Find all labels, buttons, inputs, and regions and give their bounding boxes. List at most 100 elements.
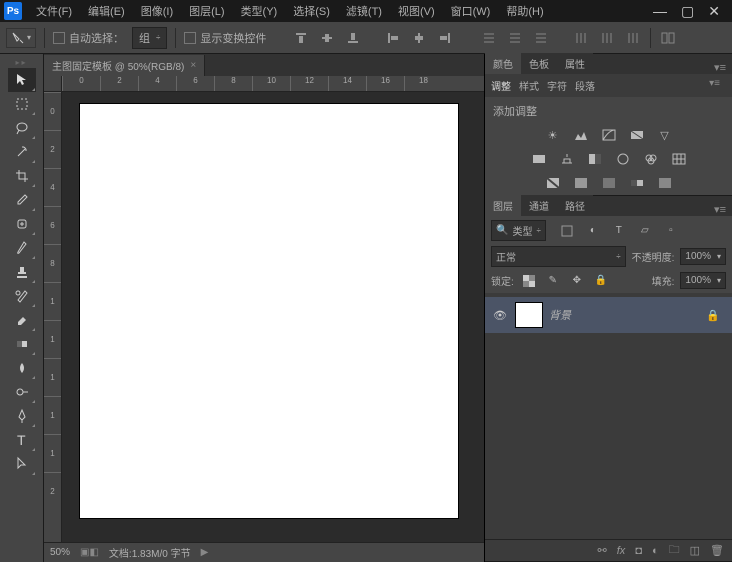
gradient-map-icon[interactable] [628,175,646,191]
posterize-icon[interactable] [572,175,590,191]
lock-position-icon[interactable]: ✥ [568,273,586,289]
curves-icon[interactable] [600,127,618,143]
ruler-origin[interactable] [44,76,62,92]
wand-tool[interactable] [8,140,36,164]
filter-smart-icon[interactable]: ▫ [662,223,680,239]
menu-select[interactable]: 选择(S) [287,1,336,21]
status-menu-arrow[interactable]: ▶ [201,547,209,558]
menu-layer[interactable]: 图层(L) [183,1,230,21]
filter-adjust-icon[interactable]: ◐ [584,223,602,239]
exposure-icon[interactable] [628,127,646,143]
threshold-icon[interactable] [600,175,618,191]
lock-transparency-icon[interactable] [520,273,538,289]
tab-channels[interactable]: 通道 [521,195,557,216]
transform-controls-checkbox[interactable]: 显示变换控件 [184,30,266,46]
pen-tool[interactable] [8,404,36,428]
opacity-input[interactable]: 100%▾ [680,248,726,265]
color-lookup-icon[interactable] [670,151,688,167]
maximize-button[interactable]: ▢ [681,3,694,20]
menu-file[interactable]: 文件(F) [30,1,78,21]
tab-styles[interactable]: 样式 [519,78,539,93]
healing-brush-tool[interactable] [8,212,36,236]
invert-icon[interactable] [544,175,562,191]
tab-character[interactable]: 字符 [547,78,567,93]
tab-swatches[interactable]: 色板 [521,53,557,74]
tab-adjustments[interactable]: 调整 [491,78,511,93]
tool-preset-picker[interactable]: ▾ [6,28,36,48]
align-left-icon[interactable] [384,30,402,46]
distribute-hcenter-icon[interactable] [598,30,616,46]
minimize-button[interactable]: — [653,3,667,20]
brush-tool[interactable] [8,236,36,260]
filter-pixel-icon[interactable] [558,223,576,239]
visibility-toggle-icon[interactable]: 👁 [491,309,509,322]
type-tool[interactable]: T [8,428,36,452]
distribute-left-icon[interactable] [572,30,590,46]
close-button[interactable]: ✕ [708,3,720,20]
ruler-vertical[interactable]: 02468111112 [44,92,62,542]
filter-shape-icon[interactable]: ▱ [636,223,654,239]
menu-filter[interactable]: 滤镜(T) [340,1,388,21]
marquee-tool[interactable] [8,92,36,116]
bw-icon[interactable] [586,151,604,167]
brightness-icon[interactable]: ☀ [544,127,562,143]
menu-window[interactable]: 窗口(W) [445,1,497,21]
menu-edit[interactable]: 编辑(E) [82,1,131,21]
crop-tool[interactable] [8,164,36,188]
vibrance-icon[interactable]: ▽ [656,127,674,143]
document-tab[interactable]: 主图固定模板 @ 50%(RGB/8) × [44,55,205,76]
selective-color-icon[interactable] [656,175,674,191]
align-right-icon[interactable] [436,30,454,46]
panel-menu-icon[interactable]: ▾≡ [703,78,726,93]
layer-style-icon[interactable]: fx [617,545,626,557]
tab-paths[interactable]: 路径 [557,195,593,216]
distribute-bottom-icon[interactable] [532,30,550,46]
menu-image[interactable]: 图像(I) [135,1,179,21]
auto-select-checkbox[interactable]: 自动选择： [53,30,124,46]
eraser-tool[interactable] [8,308,36,332]
distribute-right-icon[interactable] [624,30,642,46]
auto-select-type-dropdown[interactable]: 组÷ [132,27,167,49]
status-doc-size[interactable]: 文档:1.83M/0 字节 [109,545,191,560]
move-tool[interactable] [8,68,36,92]
canvas[interactable] [80,104,458,518]
layer-filter-dropdown[interactable]: 🔍 类型 ÷ [491,220,546,241]
align-vcenter-icon[interactable] [318,30,336,46]
new-group-icon[interactable]: 🗀 [669,541,680,560]
filter-type-icon[interactable]: T [610,223,628,239]
tab-paragraph[interactable]: 段落 [575,78,595,93]
eyedropper-tool[interactable] [8,188,36,212]
lasso-tool[interactable] [8,116,36,140]
distribute-top-icon[interactable] [480,30,498,46]
layer-row[interactable]: 👁 背景 🔒 [485,297,732,333]
align-bottom-icon[interactable] [344,30,362,46]
path-select-tool[interactable] [8,452,36,476]
new-layer-icon[interactable]: ◫ [690,544,700,557]
panel-menu-icon[interactable]: ▾≡ [708,203,732,216]
lock-pixels-icon[interactable]: ✎ [544,273,562,289]
tab-properties[interactable]: 属性 [557,53,593,74]
hue-sat-icon[interactable] [530,151,548,167]
blur-tool[interactable] [8,356,36,380]
3d-mode-icon[interactable] [659,30,677,46]
gradient-tool[interactable] [8,332,36,356]
layer-lock-icon[interactable]: 🔒 [700,309,726,322]
blend-mode-dropdown[interactable]: 正常÷ [491,246,626,267]
levels-icon[interactable] [572,127,590,143]
status-proxy-icon[interactable]: ▣◧ [80,547,99,558]
ruler-horizontal[interactable]: 024681012141618 [62,76,484,92]
layer-thumbnail[interactable] [515,302,543,328]
tab-layers[interactable]: 图层 [485,195,521,216]
tab-color[interactable]: 颜色 [485,53,521,74]
menu-help[interactable]: 帮助(H) [500,1,549,21]
delete-layer-icon[interactable]: 🗑 [710,544,724,557]
layer-mask-icon[interactable]: ◘ [635,545,642,557]
history-brush-tool[interactable] [8,284,36,308]
toolbox-handle[interactable]: ▸▸ [0,58,43,68]
tab-close-icon[interactable]: × [190,60,196,71]
fill-input[interactable]: 100%▾ [680,272,726,289]
menu-view[interactable]: 视图(V) [392,1,441,21]
panel-menu-icon[interactable]: ▾≡ [708,61,732,74]
link-layers-icon[interactable]: ⚯ [598,544,607,557]
menu-type[interactable]: 类型(Y) [235,1,284,21]
